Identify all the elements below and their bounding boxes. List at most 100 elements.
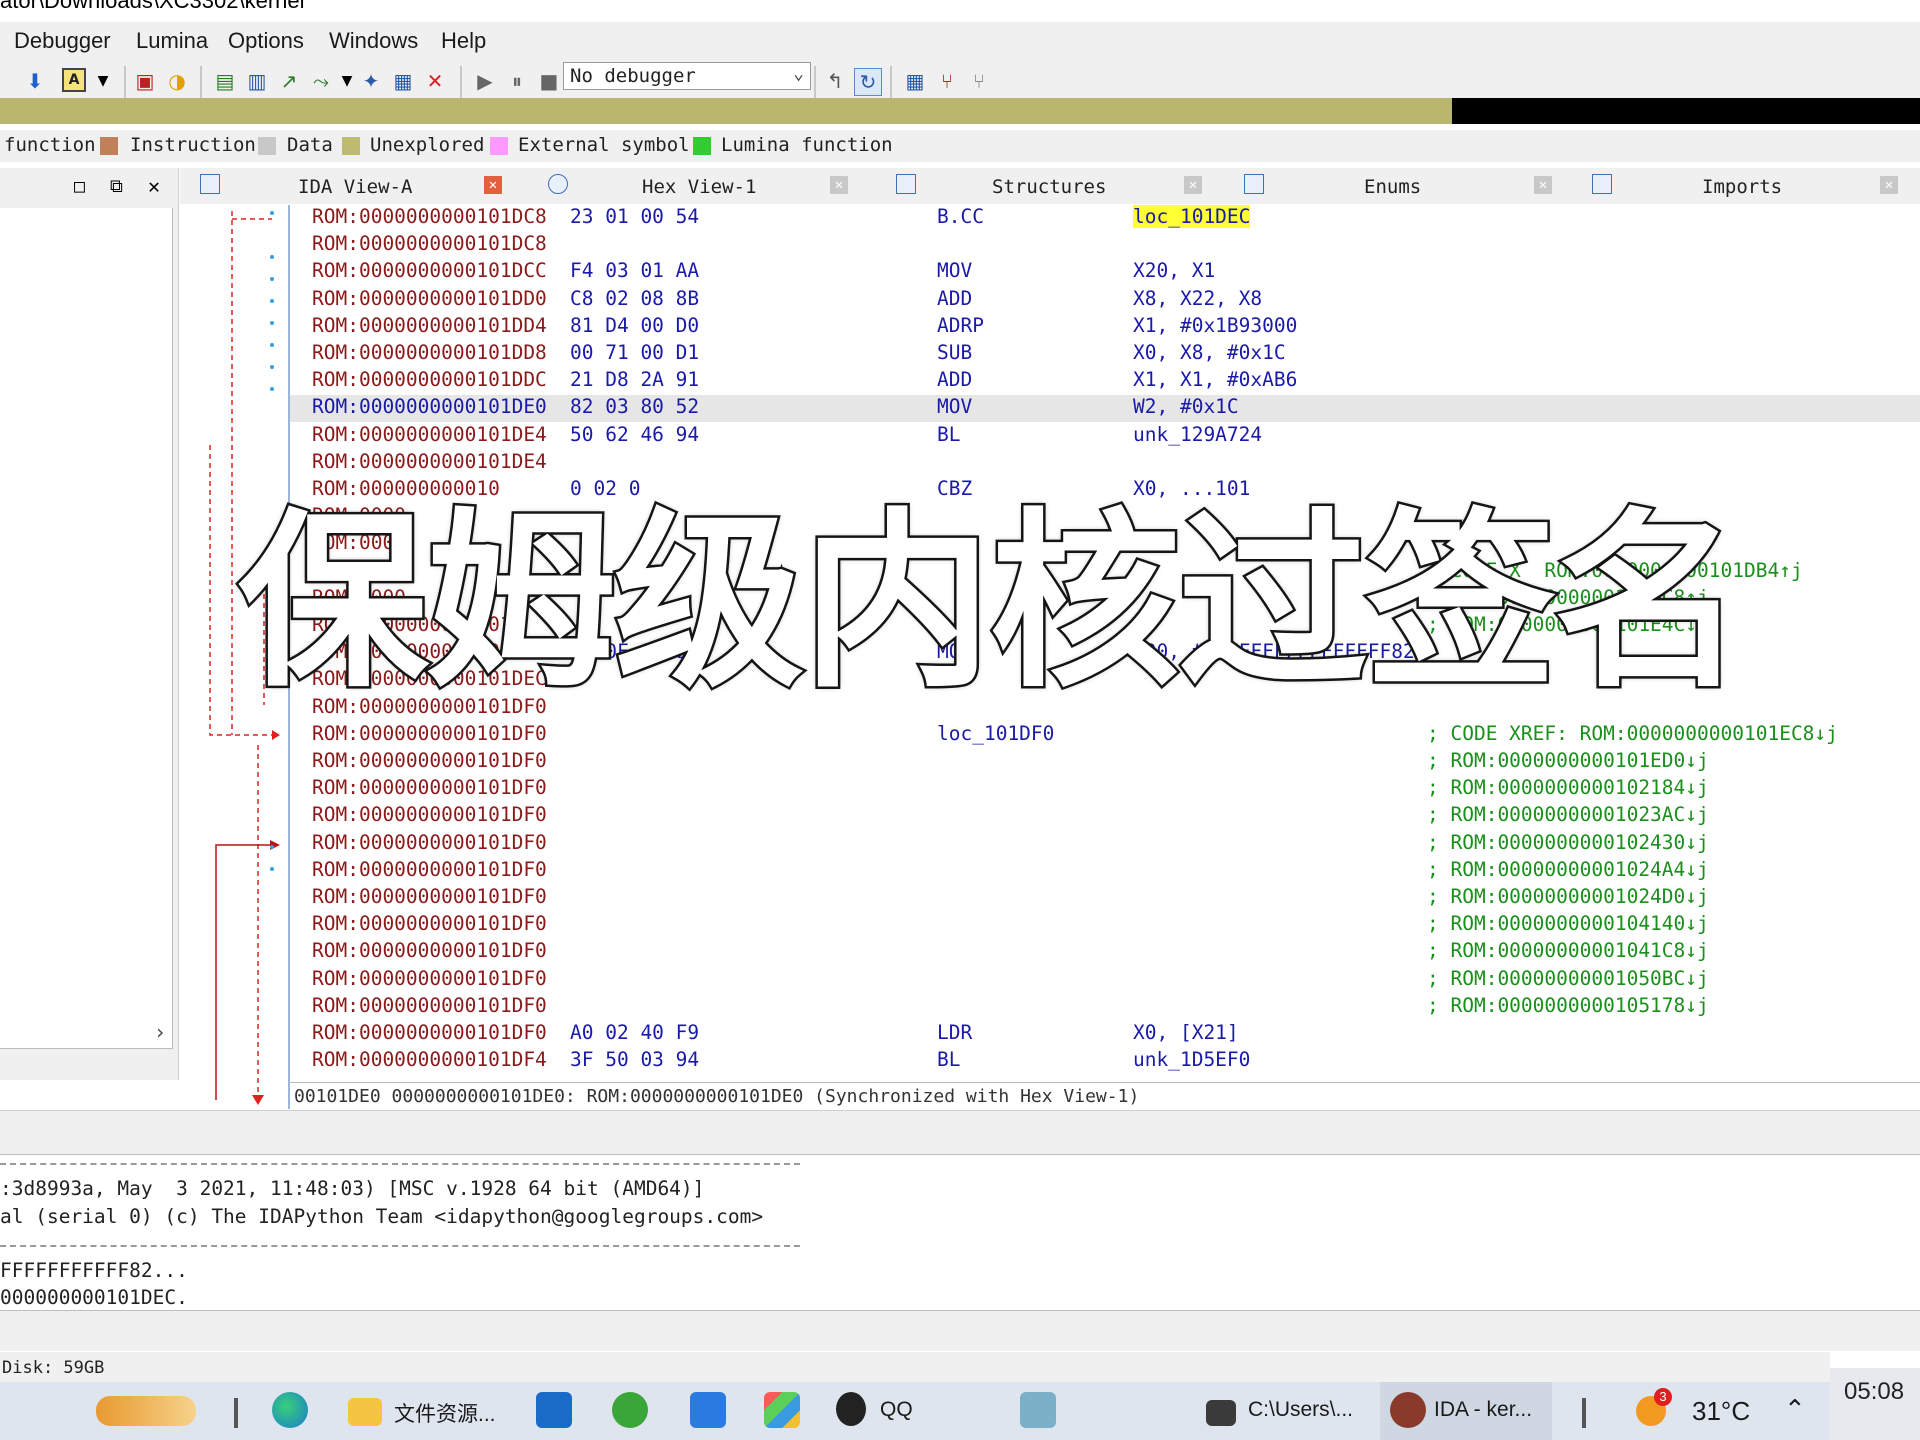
disasm-row[interactable]: ROM:0000000000101DF0 ; ROM:00000000001041…: [290, 912, 1920, 939]
maximize-icon[interactable]: □: [74, 176, 85, 197]
clock[interactable]: 05:08: [1830, 1368, 1920, 1440]
disasm-row[interactable]: ROM:0000000000101DE0 82 03 80 52 MOV W2, #0…: [290, 395, 1920, 423]
stop-icon[interactable]: ■: [536, 68, 562, 94]
disasm-operands: X0, X8, #0x1C: [1133, 341, 1286, 364]
ida-label[interactable]: IDA - ker...: [1434, 1398, 1532, 1436]
output-window[interactable]: :3d8993a, May 3 2021, 11:48:03) [MSC v.1…: [0, 1154, 1920, 1311]
disasm-row[interactable]: ROM:0000000000101DF0 ; ROM:00000000001050…: [290, 967, 1920, 994]
functions-list[interactable]: ›: [0, 208, 173, 1049]
disasm-row[interactable]: ROM:0000000000101DF0 ; ROM:0000000000101E…: [290, 749, 1920, 776]
pause-icon[interactable]: ⏸: [504, 68, 530, 94]
disasm-comment: ; ROM:0000000000105178↓j: [1427, 993, 1709, 1017]
close-icon[interactable]: ✕: [422, 68, 448, 94]
navigation-band[interactable]: [0, 98, 1920, 124]
scroll-right-icon[interactable]: ›: [154, 1020, 166, 1044]
debugger-select[interactable]: No debugger ⌄: [563, 62, 811, 90]
ie-icon[interactable]: [612, 1392, 648, 1428]
legend-swatch: [693, 137, 711, 155]
tree-icon[interactable]: ⑂: [934, 68, 960, 94]
disasm-mnemonic: MOV: [937, 259, 973, 283]
disasm-mnemonic: ADD: [937, 286, 973, 310]
tool-icon[interactable]: [1020, 1392, 1056, 1428]
tab-ida-view-a[interactable]: IDA View-A ✕: [180, 168, 510, 204]
legend-swatch: [342, 137, 360, 155]
table-icon[interactable]: ▦: [902, 68, 928, 94]
enum-icon: [1244, 174, 1264, 194]
cmd-label[interactable]: C:\Users\...: [1248, 1398, 1353, 1436]
disasm-row[interactable]: ROM:0000000000101DE4 50 62 46 94 BL unk_129…: [290, 423, 1920, 450]
disasm-row[interactable]: ROM:0000000000101DF0 A0 02 40 F9 LDR X0, [X…: [290, 1021, 1920, 1048]
explorer-label[interactable]: 文件资源...: [394, 1398, 496, 1436]
disasm-row[interactable]: ROM:0000000000101DC8 23 01 00 54 B.CC loc_1…: [290, 205, 1920, 232]
menu-options[interactable]: Options: [228, 28, 304, 54]
cmd-icon[interactable]: [1206, 1400, 1236, 1426]
disasm-row[interactable]: ROM:0000000000101DF4 3F 50 03 94 BL unk_1D5…: [290, 1048, 1920, 1075]
chevron-down-icon[interactable]: ▼: [90, 68, 116, 94]
chevron-down-icon[interactable]: ▼: [334, 68, 360, 94]
disasm-row[interactable]: ROM:0000000000101DD0 C8 02 08 8B ADD X8, X2…: [290, 287, 1920, 314]
step-icon[interactable]: ↰: [822, 68, 848, 94]
close-icon[interactable]: ✕: [148, 174, 160, 198]
output-input-bar[interactable]: [0, 1310, 1920, 1351]
pencil-icon[interactable]: [96, 1396, 196, 1426]
menu-lumina[interactable]: Lumina: [136, 28, 208, 54]
save-icon[interactable]: ▦: [390, 68, 416, 94]
legend-swatch: [490, 137, 508, 155]
upload-icon[interactable]: ↗: [276, 68, 302, 94]
graph-icon[interactable]: ▣: [132, 68, 158, 94]
disasm-row[interactable]: ROM:0000000000101DC8: [290, 232, 1920, 259]
import-icon[interactable]: ▤: [212, 68, 238, 94]
tab-structures[interactable]: Structures ✕: [896, 168, 1236, 204]
disasm-row[interactable]: ROM:0000000000101DF0 ; ROM:00000000001021…: [290, 776, 1920, 803]
disasm-row[interactable]: ROM:0000000000101DD4 81 D4 00 D0 ADRP X1, #…: [290, 314, 1920, 341]
tab-enums[interactable]: Enums ✕: [1240, 168, 1570, 204]
restore-icon[interactable]: ⧉: [110, 176, 123, 197]
pin-icon[interactable]: ✦: [358, 68, 384, 94]
disasm-row[interactable]: ROM:0000000000101DD8 00 71 00 D1 SUB X0, X8…: [290, 341, 1920, 368]
disasm-address: ROM:0000000000101DF0: [312, 966, 547, 990]
apps-icon[interactable]: [764, 1392, 800, 1428]
arrow-down-icon[interactable]: ⬇: [22, 68, 48, 94]
chevron-up-icon[interactable]: ⌃: [1784, 1394, 1806, 1432]
play-icon[interactable]: ▶: [472, 68, 498, 94]
qq-label[interactable]: QQ: [880, 1398, 913, 1436]
tree-disabled-icon[interactable]: ⑂: [966, 68, 992, 94]
export-icon[interactable]: ▥: [244, 68, 270, 94]
sync-icon[interactable]: ↻: [854, 68, 882, 96]
menu-debugger[interactable]: Debugger: [14, 28, 111, 54]
disasm-row[interactable]: ROM:0000000000101DF0 ; ROM:00000000001041…: [290, 939, 1920, 966]
close-icon[interactable]: ✕: [484, 176, 502, 194]
close-icon[interactable]: ✕: [1880, 176, 1898, 194]
edge-icon[interactable]: [272, 1392, 308, 1428]
font-icon[interactable]: A: [62, 68, 86, 92]
bookmark-icon[interactable]: [690, 1392, 726, 1428]
disasm-row[interactable]: ROM:0000000000101DF0 loc_101DF0 ; CODE XRE…: [290, 722, 1920, 749]
disasm-address: ROM:0000000000101DD4: [312, 313, 547, 337]
disasm-row[interactable]: ROM:0000000000101DF0 ; ROM:00000000001051…: [290, 994, 1920, 1021]
disasm-row[interactable]: ROM:0000000000101DF0 ; ROM:00000000001023…: [290, 803, 1920, 830]
taskbar: 文件资源... QQ C:\Users\... IDA - ker... 3 3…: [0, 1382, 1920, 1440]
tab-imports[interactable]: Imports ✕: [1590, 168, 1920, 204]
menu-help[interactable]: Help: [441, 28, 486, 54]
search-icon[interactable]: ◑: [164, 68, 190, 94]
navigation-band-segment: [1452, 98, 1920, 124]
disasm-row[interactable]: ROM:0000000000101DF0 ; ROM:00000000001024…: [290, 858, 1920, 885]
temperature[interactable]: 31°C: [1692, 1396, 1750, 1434]
ida-icon[interactable]: [1390, 1392, 1426, 1428]
jump-icon[interactable]: ⤳: [308, 68, 334, 94]
close-icon[interactable]: ✕: [830, 176, 848, 194]
qq-icon[interactable]: [836, 1392, 866, 1426]
disasm-operands: X0, [X21]: [1133, 1021, 1239, 1044]
disasm-row[interactable]: ROM:0000000000101DCC F4 03 01 AA MOV X20, X…: [290, 259, 1920, 286]
disasm-address: ROM:0000000000101DDC: [312, 368, 547, 392]
disasm-row[interactable]: ROM:0000000000101DF0 ; ROM:00000000001024…: [290, 831, 1920, 858]
disasm-row[interactable]: ROM:0000000000101DF0 ; ROM:00000000001024…: [290, 885, 1920, 912]
outlook-icon[interactable]: [536, 1392, 572, 1428]
legend-swatch: [100, 137, 118, 155]
menu-windows[interactable]: Windows: [329, 28, 418, 54]
disasm-row[interactable]: ROM:0000000000101DDC 21 D8 2A 91 ADD X1, X1…: [290, 368, 1920, 395]
close-icon[interactable]: ✕: [1184, 176, 1202, 194]
disasm-address: ROM:0000000000101DE0: [312, 395, 547, 419]
folder-icon[interactable]: [348, 1398, 382, 1426]
close-icon[interactable]: ✕: [1534, 176, 1552, 194]
